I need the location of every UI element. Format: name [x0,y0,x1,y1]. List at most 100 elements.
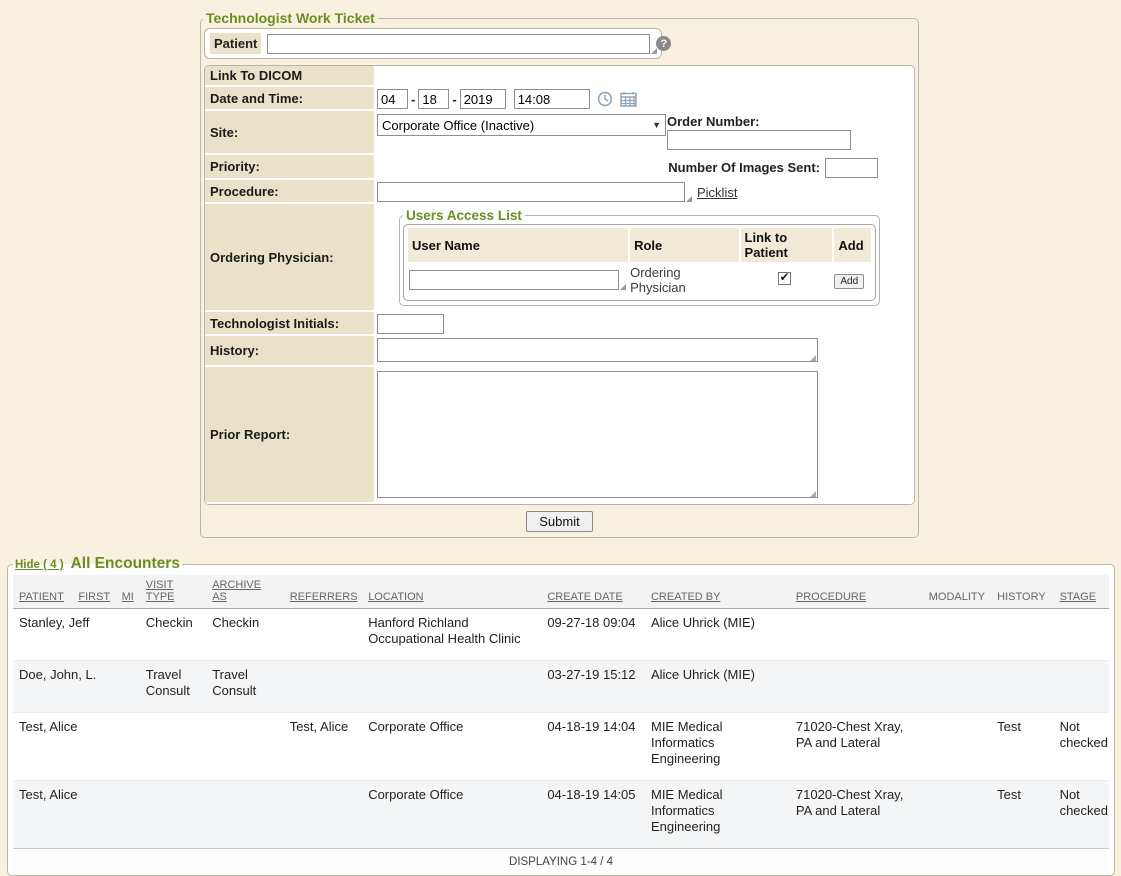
row-priority: Priority: Number Of Images Sent: [205,155,914,180]
history-textarea[interactable] [377,338,818,362]
table-cell: Alice Uhrick (MIE) [645,609,790,661]
hide-link[interactable]: Hide ( 4 ) [15,559,64,571]
row-history: History: [205,336,914,367]
site-label: Site: [205,111,374,155]
column-header-location[interactable]: LOCATION [362,575,541,609]
procedure-label: Procedure: [205,180,374,204]
column-header-add: Add [833,228,871,262]
table-cell: Test [991,780,1053,848]
table-cell: Checkin [140,609,206,661]
date-year-input[interactable] [460,89,506,109]
table-cell [284,780,363,848]
resize-grip-icon[interactable] [651,48,657,54]
encounters-footer-cell: DISPLAYING 1-4 / 4 [13,848,1109,875]
all-encounters-legend: Hide ( 4 ) All Encounters [13,555,182,573]
column-header-mi[interactable]: MI [116,575,140,609]
table-cell: Test, Alice [284,712,363,780]
column-header-patient[interactable]: PATIENT [13,575,72,609]
priority-label: Priority: [205,155,374,180]
order-number-input[interactable] [667,130,851,150]
order-number-label: Order Number: [667,114,851,129]
user-name-input[interactable] [409,270,619,290]
table-cell: Test, Alice [13,780,72,848]
procedure-input[interactable] [377,182,685,202]
column-header-history: HISTORY [991,575,1053,609]
clock-icon[interactable] [597,91,613,107]
date-separator: - [452,92,456,107]
resize-grip-icon[interactable] [686,196,692,202]
table-cell: Stanley, Jeff [13,609,72,661]
history-label: History: [205,336,374,367]
help-icon[interactable] [656,36,671,51]
table-cell [116,609,140,661]
encounters-body: Stanley, JeffCheckinCheckinHanford Richl… [13,609,1109,849]
calendar-icon[interactable] [620,91,637,107]
table-cell [790,660,923,712]
table-row[interactable]: Stanley, JeffCheckinCheckinHanford Richl… [13,609,1109,661]
site-select[interactable]: Corporate Office (Inactive) [377,114,666,136]
column-header-first[interactable]: FIRST [72,575,115,609]
table-cell [116,780,140,848]
users-list-row: Ordering Physician Add [408,262,871,296]
users-access-list-box: User Name Role Link to Patient Add [403,224,876,301]
column-header-procedure[interactable]: PROCEDURE [790,575,923,609]
all-encounters-title: All Encounters [71,555,180,573]
picklist-link[interactable]: Picklist [697,185,737,200]
table-cell [1054,609,1109,661]
column-header-referrers[interactable]: REFERRERS [284,575,363,609]
table-cell [284,609,363,661]
table-row[interactable]: Test, AliceCorporate Office04-18-19 14:0… [13,780,1109,848]
date-day-input[interactable] [418,89,449,109]
date-separator: - [411,92,415,107]
table-cell: MIE Medical Informatics Engineering [645,712,790,780]
row-technologist-initials: Technologist Initials: [205,312,914,336]
submit-button[interactable]: Submit [526,511,592,532]
site-selected-option: Corporate Office (Inactive) [382,118,652,133]
column-header-created-by[interactable]: CREATED BY [645,575,790,609]
table-cell: 04-18-19 14:04 [541,712,645,780]
link-to-dicom-label: Link To DICOM [205,66,374,87]
row-procedure: Procedure: Picklist [205,180,914,204]
images-sent-input[interactable] [825,158,878,178]
table-cell [116,660,140,712]
table-cell: Travel Consult [140,660,206,712]
column-header-create-date[interactable]: CREATE DATE [541,575,645,609]
users-access-list-legend: Users Access List [403,208,525,223]
link-to-patient-checkbox[interactable] [778,272,791,285]
encounters-footer-row: DISPLAYING 1-4 / 4 [13,848,1109,875]
column-header-stage[interactable]: STAGE [1054,575,1109,609]
work-ticket-form: Technologist Work Ticket Patient Link To… [200,10,919,538]
table-cell [991,609,1053,661]
table-cell [284,660,363,712]
table-cell [1054,660,1109,712]
table-cell [206,780,283,848]
resize-grip-icon[interactable] [620,284,626,290]
technologist-initials-input[interactable] [377,314,444,334]
column-header-visit-type[interactable]: VISIT TYPE [140,575,206,609]
table-cell: MIE Medical Informatics Engineering [645,780,790,848]
column-header-role: Role [629,228,739,262]
table-cell [790,609,923,661]
patient-input[interactable] [267,34,650,54]
table-cell: Hanford Richland Occupational Health Cli… [362,609,541,661]
row-prior-report: Prior Report: [205,367,914,504]
date-month-input[interactable] [377,89,408,109]
encounters-header-row: PATIENTFIRSTMIVISIT TYPEARCHIVE ASREFERR… [13,575,1109,609]
add-user-button[interactable]: Add [834,274,864,289]
role-value: Ordering Physician [630,265,686,295]
table-cell: Doe, John, L. [13,660,72,712]
table-row[interactable]: Test, AliceTest, AliceCorporate Office04… [13,712,1109,780]
time-input[interactable] [514,89,590,109]
table-cell [362,660,541,712]
patient-label: Patient [210,33,261,54]
column-header-archive-as[interactable]: ARCHIVE AS [206,575,283,609]
chevron-down-icon [652,120,661,130]
prior-report-textarea[interactable] [377,371,818,498]
row-link-to-dicom: Link To DICOM [205,66,914,87]
table-row[interactable]: Doe, John, L.Travel ConsultTravel Consul… [13,660,1109,712]
date-and-time-label: Date and Time: [205,87,374,111]
table-cell: 09-27-18 09:04 [541,609,645,661]
table-cell [72,712,115,780]
table-cell [72,780,115,848]
table-cell [140,712,206,780]
